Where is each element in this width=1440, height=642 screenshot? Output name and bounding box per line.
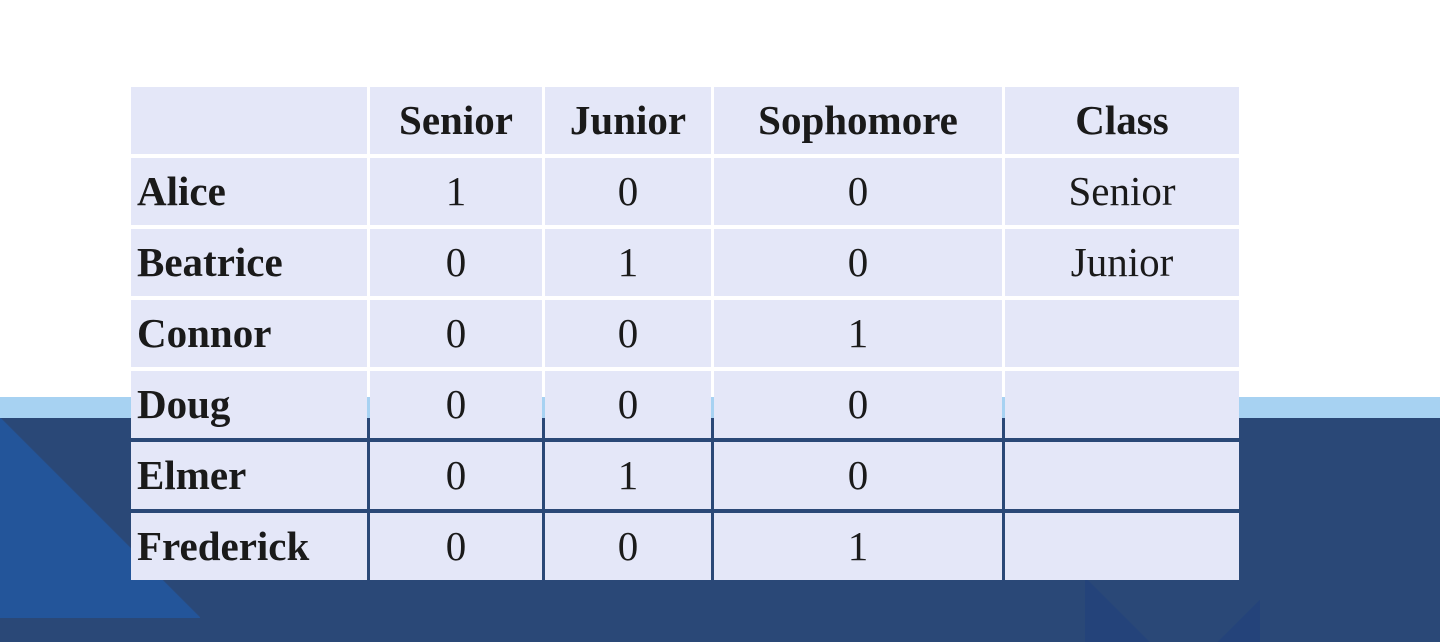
column-header-corner (131, 87, 367, 154)
decorative-triangle-far-right (1140, 600, 1260, 642)
table-body: Alice 1 0 0 Senior Beatrice 0 1 0 Junior… (131, 158, 1239, 580)
cell-frederick-class (1005, 513, 1239, 580)
cell-frederick-sophomore: 1 (714, 513, 1002, 580)
cell-doug-sophomore: 0 (714, 371, 1002, 438)
row-label-connor: Connor (131, 300, 367, 367)
table-row: Alice 1 0 0 Senior (131, 158, 1239, 225)
row-label-frederick: Frederick (131, 513, 367, 580)
column-header-class: Class (1005, 87, 1239, 154)
cell-alice-junior: 0 (545, 158, 711, 225)
cell-elmer-sophomore: 0 (714, 442, 1002, 509)
column-header-junior: Junior (545, 87, 711, 154)
table-header-row: Senior Junior Sophomore Class (131, 87, 1239, 154)
table-container: Senior Junior Sophomore Class Alice 1 0 … (131, 87, 1239, 580)
cell-connor-junior: 0 (545, 300, 711, 367)
cell-connor-class (1005, 300, 1239, 367)
cell-alice-sophomore: 0 (714, 158, 1002, 225)
cell-alice-class: Senior (1005, 158, 1239, 225)
cell-elmer-junior: 1 (545, 442, 711, 509)
cell-doug-senior: 0 (370, 371, 542, 438)
row-label-beatrice: Beatrice (131, 229, 367, 296)
cell-beatrice-senior: 0 (370, 229, 542, 296)
one-hot-encoding-table: Senior Junior Sophomore Class Alice 1 0 … (128, 83, 1242, 584)
cell-elmer-class (1005, 442, 1239, 509)
table-row: Frederick 0 0 1 (131, 513, 1239, 580)
cell-elmer-senior: 0 (370, 442, 542, 509)
table-row: Elmer 0 1 0 (131, 442, 1239, 509)
slide-canvas: Senior Junior Sophomore Class Alice 1 0 … (0, 0, 1440, 642)
cell-connor-sophomore: 1 (714, 300, 1002, 367)
cell-beatrice-class: Junior (1005, 229, 1239, 296)
cell-doug-class (1005, 371, 1239, 438)
row-label-elmer: Elmer (131, 442, 367, 509)
row-label-doug: Doug (131, 371, 367, 438)
table-row: Doug 0 0 0 (131, 371, 1239, 438)
cell-beatrice-sophomore: 0 (714, 229, 1002, 296)
cell-frederick-junior: 0 (545, 513, 711, 580)
cell-beatrice-junior: 1 (545, 229, 711, 296)
cell-alice-senior: 1 (370, 158, 542, 225)
column-header-senior: Senior (370, 87, 542, 154)
row-label-alice: Alice (131, 158, 367, 225)
cell-connor-senior: 0 (370, 300, 542, 367)
cell-doug-junior: 0 (545, 371, 711, 438)
table-row: Connor 0 0 1 (131, 300, 1239, 367)
cell-frederick-senior: 0 (370, 513, 542, 580)
table-row: Beatrice 0 1 0 Junior (131, 229, 1239, 296)
column-header-sophomore: Sophomore (714, 87, 1002, 154)
